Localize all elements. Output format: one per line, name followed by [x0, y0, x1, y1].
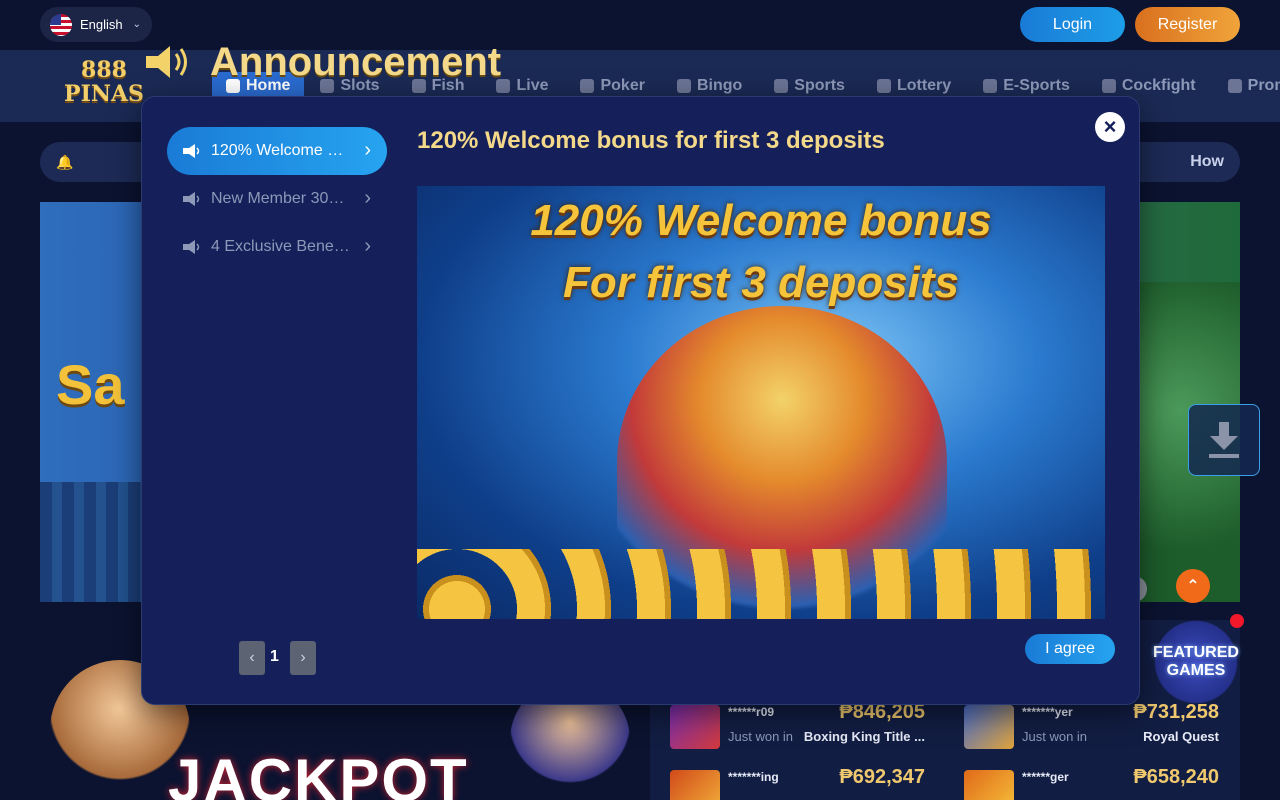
tab-label: 120% Welcome bonus for first 3 deposits — [211, 142, 351, 159]
nav-item-label: Lottery — [896, 77, 952, 94]
register-button[interactable]: Register — [1135, 7, 1240, 42]
close-icon[interactable]: × — [1095, 112, 1125, 142]
tab-label: New Member 30% bonus — [211, 190, 351, 207]
winner-note: Just won in — [728, 729, 794, 744]
tab-label: 4 Exclusive Benefits — [211, 238, 351, 255]
pagination-current: 1 — [270, 648, 279, 665]
lottery-icon — [876, 79, 891, 93]
login-button[interactable]: Login — [1020, 7, 1125, 42]
nav-item-promotion[interactable]: Promoti — [1212, 72, 1280, 100]
top-bar: English ⌄ Login Register — [0, 0, 1280, 50]
pagination-prev-button[interactable]: ‹ — [239, 641, 265, 675]
winner-row[interactable]: *******yer Just won in ₱731,258 Royal Qu… — [964, 701, 1219, 755]
announcement-modal: 120% Welcome bonus for first 3 deposits … — [141, 96, 1140, 705]
esports-icon — [983, 79, 998, 93]
nav-item-label: Promoti — [1247, 77, 1280, 94]
winner-note: Just won in — [1022, 729, 1088, 744]
announcement-tab-welcome-bonus[interactable]: 120% Welcome bonus for first 3 deposits … — [167, 127, 387, 175]
megaphone-icon — [183, 192, 200, 206]
announcement-tab-new-member[interactable]: New Member 30% bonus › — [167, 175, 387, 223]
nav-item-label: E-Sports — [1003, 77, 1070, 94]
pagination-next-button[interactable]: › — [290, 641, 316, 675]
jackpot-title: JACKPOT — [168, 747, 469, 800]
winner-username: ******r09 — [728, 705, 775, 719]
megaphone-icon — [183, 144, 200, 158]
download-icon — [1209, 422, 1239, 458]
megaphone-icon — [183, 240, 200, 254]
notification-dot — [1230, 614, 1244, 628]
cockfight-icon — [1101, 79, 1116, 93]
winner-amount: ₱658,240 — [1133, 766, 1219, 788]
chevron-down-icon: ⌄ — [132, 19, 142, 30]
scroll-to-top-button[interactable]: ⌃ — [1176, 569, 1210, 603]
winner-username: *******ing — [728, 770, 779, 784]
promo-banner-image: 120% Welcome bonus For first 3 deposits — [417, 186, 1105, 619]
winner-username: ******ger — [1022, 770, 1069, 784]
game-thumbnail — [670, 705, 720, 749]
bingo-icon — [676, 79, 691, 93]
game-thumbnail — [964, 770, 1014, 800]
chevron-right-icon: › — [364, 139, 371, 161]
announcement-tab-exclusive-benefits[interactable]: 4 Exclusive Benefits › — [167, 223, 387, 271]
agree-button[interactable]: I agree — [1025, 634, 1115, 664]
winner-row[interactable]: ******r09 Just won in ₱846,205 Boxing Ki… — [670, 701, 925, 755]
promotion-icon — [1227, 79, 1242, 93]
gold-coins-image — [417, 549, 1105, 619]
featured-games-button[interactable]: FEATURED GAMES — [1150, 620, 1242, 704]
promo-line-1: 120% Welcome bonus — [530, 196, 992, 245]
winner-username: *******yer — [1022, 705, 1073, 719]
game-thumbnail — [670, 770, 720, 800]
nav-item-label: Live — [516, 77, 549, 94]
bell-icon: 🔔 — [56, 154, 74, 170]
winner-row[interactable]: *******ing ₱692,347 — [670, 766, 925, 800]
promo-line-2: For first 3 deposits — [562, 258, 960, 307]
poker-icon — [580, 79, 595, 93]
chevron-right-icon: › — [364, 235, 371, 257]
winner-game: Boxing King Title ... — [803, 729, 925, 744]
modal-title: 120% Welcome bonus for first 3 deposits — [417, 127, 885, 154]
nav-item-label: Poker — [600, 77, 645, 94]
city-skyline-image — [40, 482, 150, 602]
language-selector[interactable]: English ⌄ — [40, 7, 152, 42]
marquee-text: How — [1190, 153, 1224, 170]
nav-item-label: Cockfight — [1121, 77, 1196, 94]
sports-icon — [774, 79, 789, 93]
game-thumbnail — [964, 705, 1014, 749]
winner-game: Royal Quest — [1143, 729, 1219, 744]
winner-row[interactable]: ******ger ₱658,240 — [964, 766, 1219, 800]
announcement-heading: Announcement — [210, 40, 502, 84]
language-label: English — [80, 17, 123, 32]
nav-item-label: Bingo — [696, 77, 743, 94]
site-logo[interactable]: 888 PINAS — [54, 58, 154, 114]
chevron-right-icon: › — [364, 187, 371, 209]
us-flag-icon — [50, 13, 72, 36]
winner-amount: ₱731,258 — [1133, 701, 1219, 723]
winner-amount: ₱692,347 — [839, 766, 925, 788]
download-app-button[interactable] — [1188, 404, 1260, 476]
megaphone-icon — [146, 46, 187, 78]
nav-item-label: Sports — [794, 77, 845, 94]
